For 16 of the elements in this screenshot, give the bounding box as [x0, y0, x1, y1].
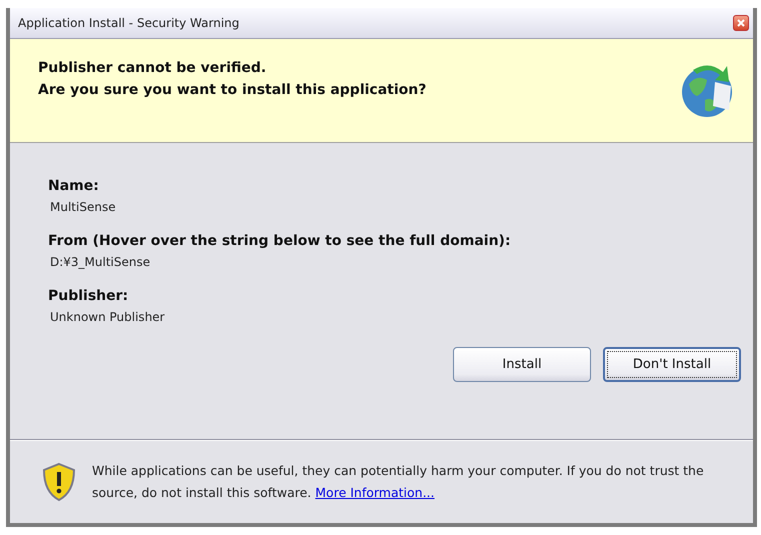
- dialog-button[interactable]: Don't Install: [603, 347, 741, 382]
- close-button[interactable]: [733, 15, 749, 31]
- close-icon: [736, 18, 746, 28]
- detail-label: Publisher:: [48, 288, 130, 304]
- dialog-button[interactable]: Install: [453, 347, 591, 382]
- window-title: Application Install - Security Warning: [18, 16, 240, 30]
- detail-value: MultiSense: [49, 200, 117, 214]
- more-information-link[interactable]: More Information...: [315, 485, 435, 500]
- header-text: Publisher cannot be verified.: [38, 60, 268, 76]
- detail-label: From (Hover over the string below to see the full domain):: [48, 233, 512, 249]
- detail-value: D:¥3_MultiSense: [49, 255, 152, 269]
- warning-text: While applications can be useful, they can potentially harm your computer. If you do not trust the source, do not install this software. More Information...: [92, 462, 705, 502]
- warning-shield-icon: [42, 462, 76, 502]
- detail-label: Name:: [48, 178, 100, 194]
- header-text: Are you sure you want to install this application?: [38, 82, 426, 98]
- detail-value: Unknown Publisher: [49, 310, 166, 324]
